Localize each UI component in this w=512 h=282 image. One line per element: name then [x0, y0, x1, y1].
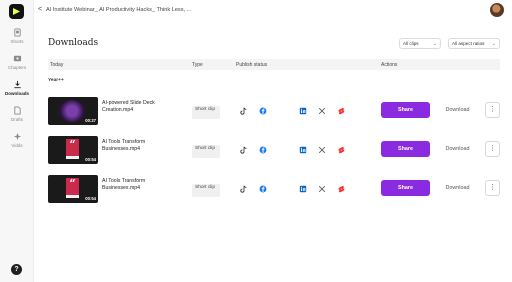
group-label: Year++: [48, 78, 64, 83]
tiktok-icon[interactable]: [240, 185, 248, 193]
sidebar-item-chapters[interactable]: Chapters: [0, 54, 34, 70]
thumbnail-caption-bar: [66, 195, 79, 198]
breadcrumb[interactable]: AI Institute Webinar_ AI Productivity Ha…: [46, 7, 191, 13]
chevron-down-icon: ⌄: [432, 41, 437, 47]
sidebar-item-drafts[interactable]: Drafts: [0, 106, 34, 122]
youtube-shorts-icon[interactable]: [337, 107, 345, 115]
linkedin-icon[interactable]: [299, 146, 307, 154]
file-name: AI-powered Slide Deck Creation.mp4: [102, 100, 155, 113]
quote-mark-image: “: [66, 139, 79, 157]
app-logo[interactable]: [9, 4, 24, 19]
download-button[interactable]: Download: [433, 141, 482, 157]
video-thumbnail[interactable]: 00:27: [48, 97, 98, 125]
linkedin-icon[interactable]: [299, 185, 307, 193]
thumbnail-image: [58, 100, 86, 122]
vidds-icon: [13, 132, 21, 141]
facebook-icon[interactable]: [259, 107, 267, 115]
duration-label: 00:54: [85, 196, 96, 201]
drafts-icon: [13, 106, 21, 115]
clips-filter-select[interactable]: All clips ⌄: [399, 38, 441, 49]
tiktok-icon[interactable]: [240, 146, 248, 154]
thumbnail-caption-bar: [66, 156, 79, 159]
sidebar: Shorts Chapters Downloads Drafts Vidds ?: [0, 0, 34, 282]
youtube-shorts-icon[interactable]: [337, 146, 345, 154]
share-button[interactable]: Share: [381, 180, 430, 196]
aspect-filter-value: All aspect ratios: [452, 41, 485, 46]
share-button[interactable]: Share: [381, 141, 430, 157]
column-header-publish: Publish status: [236, 62, 268, 68]
tiktok-icon[interactable]: [240, 107, 248, 115]
column-header-type: Type: [192, 62, 203, 68]
video-thumbnail[interactable]: “ 00:54: [48, 136, 98, 164]
back-icon[interactable]: <: [38, 6, 42, 13]
more-options-button[interactable]: ⋮: [485, 180, 500, 196]
sidebar-item-downloads[interactable]: Downloads: [0, 80, 34, 96]
type-badge: Short clip: [192, 106, 220, 119]
avatar[interactable]: [490, 3, 504, 17]
app-window: Shorts Chapters Downloads Drafts Vidds ?…: [0, 0, 512, 282]
download-button[interactable]: Download: [433, 102, 482, 118]
sidebar-item-label: Drafts: [10, 117, 23, 122]
sidebar-item-shorts[interactable]: Shorts: [0, 28, 34, 44]
youtube-shorts-icon[interactable]: [337, 185, 345, 193]
help-button[interactable]: ?: [11, 264, 22, 275]
more-options-button[interactable]: ⋮: [485, 102, 500, 118]
download-icon: [13, 80, 21, 89]
sidebar-item-label: Shorts: [10, 39, 24, 44]
sidebar-item-vidds[interactable]: Vidds: [0, 132, 34, 148]
share-button[interactable]: Share: [381, 102, 430, 118]
more-options-button[interactable]: ⋮: [485, 141, 500, 157]
facebook-icon[interactable]: [259, 185, 267, 193]
x-icon[interactable]: [318, 107, 326, 115]
duration-label: 00:27: [85, 118, 96, 123]
sidebar-item-label: Downloads: [4, 91, 29, 96]
x-icon[interactable]: [318, 185, 326, 193]
column-header-today: Today: [50, 62, 64, 68]
table-row: 00:27 AI-powered Slide Deck Creation.mp4…: [48, 97, 500, 129]
duration-label: 00:54: [85, 157, 96, 162]
file-name: AI Tools Transform Businesses.mp4: [102, 139, 146, 152]
quote-mark-image: “: [66, 178, 79, 196]
chapters-icon: [13, 55, 21, 62]
type-badge: Short clip: [192, 184, 220, 197]
table-row: “ 00:54 AI Tools Transform Businesses.mp…: [48, 136, 500, 168]
main-content: Downloads All clips ⌄ All aspect ratios …: [34, 22, 512, 282]
sidebar-item-label: Chapters: [7, 65, 27, 70]
download-button[interactable]: Download: [433, 180, 482, 196]
aspect-filter-select[interactable]: All aspect ratios ⌄: [448, 38, 500, 49]
shorts-icon: [13, 28, 21, 37]
play-logo-icon: [13, 8, 20, 15]
table-row: “ 00:54 AI Tools Transform Businesses.mp…: [48, 175, 500, 207]
page-title: Downloads: [48, 38, 99, 48]
facebook-icon[interactable]: [259, 146, 267, 154]
top-bar: < AI Institute Webinar_ AI Productivity …: [34, 0, 512, 22]
table-header: Today Type Publish status Actions: [48, 59, 500, 70]
sidebar-item-label: Vidds: [11, 143, 23, 148]
column-header-actions: Actions: [381, 62, 398, 68]
linkedin-icon[interactable]: [299, 107, 307, 115]
video-thumbnail[interactable]: “ 00:54: [48, 175, 98, 203]
file-name: AI Tools Transform Businesses.mp4: [102, 178, 146, 191]
x-icon[interactable]: [318, 146, 326, 154]
clips-filter-value: All clips: [403, 41, 419, 46]
type-badge: Short clip: [192, 145, 220, 158]
chevron-down-icon: ⌄: [491, 41, 496, 47]
